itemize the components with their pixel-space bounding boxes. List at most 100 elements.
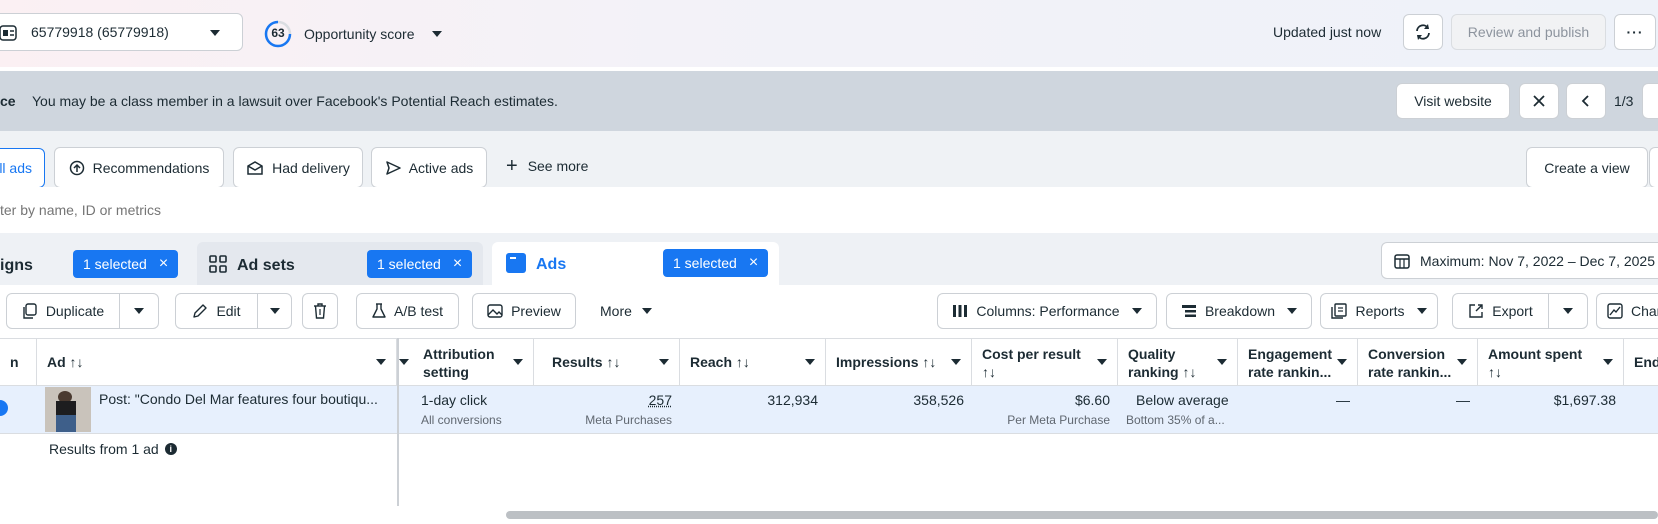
delete-button[interactable] (302, 293, 338, 329)
search-input[interactable] (0, 197, 900, 223)
chart-icon (1607, 303, 1623, 319)
filter-had-delivery-label: Had delivery (272, 159, 350, 176)
filter-all-ads[interactable]: ll ads (0, 148, 45, 188)
tab-ads[interactable]: Ads 1 selected × (492, 242, 779, 285)
horizontal-scrollbar[interactable] (506, 511, 1658, 519)
previous-notice-button[interactable] (1566, 83, 1606, 119)
columns-label: Columns: Performance (976, 303, 1120, 319)
close-icon[interactable]: × (453, 255, 462, 273)
ads-badge-label: 1 selected (673, 255, 737, 271)
info-icon[interactable]: i (164, 443, 177, 455)
ab-test-button[interactable]: A/B test (356, 293, 459, 329)
adsets-selected-badge[interactable]: 1 selected × (367, 250, 473, 278)
chevron-down-icon[interactable] (951, 359, 961, 365)
ab-test-label: A/B test (393, 303, 444, 319)
account-label: 65779918 (65779918) (31, 24, 169, 40)
chevron-down-icon (1131, 308, 1142, 314)
frozen-column-divider[interactable] (397, 338, 399, 506)
review-publish-button[interactable]: Review and publish (1451, 14, 1606, 50)
column-header-reach[interactable]: Reach ↑↓ (680, 339, 826, 385)
cpr-value: $6.60 (1074, 392, 1110, 408)
chevron-down-icon[interactable] (432, 31, 442, 37)
duplicate-menu-button[interactable] (119, 293, 159, 329)
column-header-impressions[interactable]: Impressions ↑↓ (826, 339, 972, 385)
table-row[interactable]: Post: "Condo Del Mar features four bouti… (0, 386, 1658, 434)
filter-recommendations[interactable]: Recommendations (54, 147, 224, 188)
account-selector[interactable]: 65779918 (65779918) (0, 13, 243, 51)
chevron-down-icon[interactable] (1337, 359, 1347, 365)
chevron-down-icon[interactable] (1097, 359, 1107, 365)
tab-campaigns[interactable]: igns 1 selected × (0, 242, 190, 285)
chevron-down-icon[interactable] (805, 359, 815, 365)
edit-button[interactable]: Edit (175, 293, 258, 329)
table-header: n Ad ↑↓ Attribution setting Results ↑↓ R… (0, 338, 1658, 386)
close-icon[interactable]: × (159, 255, 168, 273)
ads-selected-badge[interactable]: 1 selected × (663, 249, 769, 277)
ad-thumbnail[interactable] (45, 387, 91, 432)
calendar-icon (1394, 253, 1410, 269)
filter-had-delivery[interactable]: Had delivery (233, 147, 363, 188)
refresh-button[interactable] (1403, 14, 1443, 50)
cell-cost-per-result: $6.60 Per Meta Purchase (972, 386, 1110, 432)
breakdown-button[interactable]: Breakdown (1166, 293, 1312, 329)
opportunity-score-value: 63 (271, 26, 285, 40)
export-label: Export (1492, 303, 1533, 319)
column-header-results[interactable]: Results ↑↓ (534, 339, 680, 385)
quality-subtext: Bottom 35% of a... (1126, 413, 1225, 427)
create-view-button[interactable]: Create a view (1526, 147, 1648, 188)
next-notice-button[interactable] (1642, 83, 1658, 119)
visit-website-button[interactable]: Visit website (1396, 83, 1510, 119)
column-header-label: Ad ↑↓ (47, 354, 84, 370)
column-header-amount-spent[interactable]: Amount spent ↑↓ (1478, 339, 1624, 385)
column-header-cost-per-result[interactable]: Cost per result ↑↓ (972, 339, 1118, 385)
columns-button[interactable]: Columns: Performance (937, 293, 1157, 329)
edit-menu-button[interactable] (257, 293, 292, 329)
view-options-button[interactable] (1649, 147, 1658, 188)
export-menu-button[interactable] (1548, 293, 1588, 329)
column-header-quality-ranking[interactable]: Quality ranking ↑↓ (1118, 339, 1238, 385)
close-icon[interactable]: × (749, 254, 758, 272)
chevron-down-icon[interactable] (513, 359, 523, 365)
column-header-label: n (10, 354, 19, 370)
close-notice-button[interactable] (1519, 83, 1559, 119)
charts-button[interactable]: Char (1596, 293, 1658, 329)
column-header-ad[interactable]: Ad ↑↓ (37, 339, 397, 385)
results-summary: Results from 1 ad i (49, 441, 177, 457)
chevron-down-icon[interactable] (1217, 359, 1227, 365)
reports-button[interactable]: Reports (1320, 293, 1438, 329)
filter-active-ads[interactable]: Active ads (371, 147, 487, 188)
results-value[interactable]: 257 (534, 392, 672, 408)
quality-value: Below average (1136, 392, 1229, 408)
column-header-end[interactable]: End (1624, 339, 1658, 385)
chevron-down-icon[interactable] (1457, 359, 1467, 365)
more-actions-button[interactable]: More (600, 303, 652, 319)
campaigns-selected-badge[interactable]: 1 selected × (73, 250, 179, 278)
chevron-down-icon (641, 308, 652, 314)
duplicate-button[interactable]: Duplicate (6, 293, 120, 329)
chevron-down-icon[interactable] (376, 359, 386, 365)
chevron-down-icon[interactable] (1603, 359, 1613, 365)
tab-ad-sets-label: Ad sets (237, 257, 295, 274)
preview-button[interactable]: Preview (472, 293, 576, 329)
adsets-badge-label: 1 selected (377, 256, 441, 272)
pencil-icon (193, 304, 208, 318)
chevron-down-icon (1563, 308, 1573, 314)
column-header-attribution[interactable]: Attribution setting (399, 339, 534, 385)
edit-label: Edit (216, 303, 241, 319)
column-header-conversion-ranking[interactable]: Conversion rate rankin... (1358, 339, 1478, 385)
date-range-picker[interactable]: Maximum: Nov 7, 2022 – Dec 7, 2025 (1381, 242, 1658, 279)
filter-recommendations-label: Recommendations (92, 159, 210, 176)
tab-ad-sets[interactable]: Ad sets 1 selected × (197, 242, 483, 285)
attribution-subtext: All conversions (421, 413, 502, 427)
breakdown-icon (1181, 305, 1196, 317)
ad-name[interactable]: Post: "Condo Del Mar features four bouti… (99, 386, 397, 432)
column-header-engagement-ranking[interactable]: Engagement rate rankin... (1238, 339, 1358, 385)
column-header-name[interactable]: n (0, 339, 37, 385)
export-button[interactable]: Export (1452, 293, 1549, 329)
more-options-button[interactable]: ··· (1614, 14, 1656, 50)
chevron-down-icon[interactable] (659, 359, 669, 365)
see-more-button[interactable]: + See more (506, 156, 588, 176)
campaigns-badge-label: 1 selected (83, 256, 147, 272)
opportunity-score-label[interactable]: Opportunity score (304, 26, 415, 42)
toggle-switch[interactable] (0, 400, 8, 416)
